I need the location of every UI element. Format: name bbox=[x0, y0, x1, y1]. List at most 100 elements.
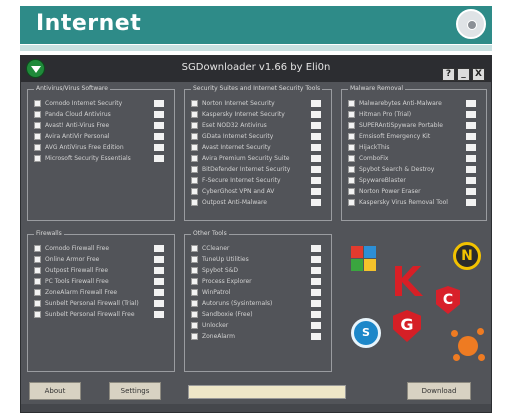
checkbox[interactable] bbox=[191, 155, 198, 162]
checkbox[interactable] bbox=[34, 267, 41, 274]
item-label: ZoneAlarm bbox=[202, 333, 235, 340]
checklist-item[interactable]: Malwarebytes Anti-Malware bbox=[348, 100, 480, 108]
close-button[interactable]: X bbox=[472, 68, 485, 81]
checkbox[interactable] bbox=[191, 177, 198, 184]
checkbox[interactable] bbox=[34, 155, 41, 162]
checklist-item[interactable]: Norton Internet Security bbox=[191, 100, 325, 108]
checklist-item[interactable]: Eset NOD32 Antivirus bbox=[191, 122, 325, 130]
version-badge bbox=[154, 300, 164, 307]
item-label: Malwarebytes Anti-Malware bbox=[359, 100, 442, 107]
checkbox[interactable] bbox=[191, 144, 198, 151]
checklist-item[interactable]: Comodo Firewall Free bbox=[34, 245, 168, 253]
checkbox[interactable] bbox=[191, 111, 198, 118]
item-label: ZoneAlarm Firewall Free bbox=[45, 289, 118, 296]
checkbox[interactable] bbox=[348, 133, 355, 140]
checklist-item[interactable]: ZoneAlarm Firewall Free bbox=[34, 289, 168, 297]
checkbox[interactable] bbox=[191, 188, 198, 195]
version-badge bbox=[311, 133, 321, 140]
checklist-item[interactable]: Process Explorer bbox=[191, 278, 325, 286]
checklist-item[interactable]: F-Secure Internet Security bbox=[191, 177, 325, 185]
checklist-item[interactable]: ZoneAlarm bbox=[191, 333, 325, 341]
download-button[interactable]: Download bbox=[407, 382, 471, 400]
checkbox[interactable] bbox=[191, 100, 198, 107]
checkbox[interactable] bbox=[191, 245, 198, 252]
checklist-item[interactable]: Sandboxie (Free) bbox=[191, 311, 325, 319]
checklist-item[interactable]: Avira AntiVir Personal bbox=[34, 133, 168, 141]
checklist-item[interactable]: Online Armor Free bbox=[34, 256, 168, 264]
checklist-item[interactable]: Sunbelt Personal Firewall (Trial) bbox=[34, 300, 168, 308]
checklist-item[interactable]: Hitman Pro (Trial) bbox=[348, 111, 480, 119]
item-label: Avast! Anti-Virus Free bbox=[45, 122, 110, 129]
checkbox[interactable] bbox=[34, 144, 41, 151]
item-label: SUPERAntiSpyware Portable bbox=[359, 122, 443, 129]
checklist-item[interactable]: TuneUp Utilities bbox=[191, 256, 325, 264]
checklist-item[interactable]: Emsisoft Emergency Kit bbox=[348, 133, 480, 141]
checklist-item[interactable]: Sunbelt Personal Firewall Free bbox=[34, 311, 168, 319]
checklist-item[interactable]: Avast! Anti-Virus Free bbox=[34, 122, 168, 130]
checkbox[interactable] bbox=[34, 278, 41, 285]
checklist-item[interactable]: ComboFix bbox=[348, 155, 480, 163]
checkbox[interactable] bbox=[34, 256, 41, 263]
checklist-item[interactable]: Kaspersky Internet Security bbox=[191, 111, 325, 119]
settings-button[interactable]: Settings bbox=[109, 382, 161, 400]
about-button[interactable]: About bbox=[29, 382, 81, 400]
checklist-item[interactable]: Kaspersky Virus Removal Tool bbox=[348, 199, 480, 207]
checkbox[interactable] bbox=[191, 278, 198, 285]
checkbox[interactable] bbox=[34, 245, 41, 252]
checklist-item[interactable]: CCleaner bbox=[191, 245, 325, 253]
checkbox[interactable] bbox=[34, 300, 41, 307]
checkbox[interactable] bbox=[348, 111, 355, 118]
checkbox[interactable] bbox=[348, 166, 355, 173]
checklist-item[interactable]: Avira Premium Security Suite bbox=[191, 155, 325, 163]
checklist-item[interactable]: Panda Cloud Antivirus bbox=[34, 111, 168, 119]
checkbox[interactable] bbox=[191, 267, 198, 274]
checkbox[interactable] bbox=[34, 100, 41, 107]
checklist-item[interactable]: SpywareBlaster bbox=[348, 177, 480, 185]
version-badge bbox=[466, 177, 476, 184]
checkbox[interactable] bbox=[34, 122, 41, 129]
checkbox[interactable] bbox=[348, 122, 355, 129]
checklist-item[interactable]: HijackThis bbox=[348, 144, 480, 152]
checklist-item[interactable]: Autoruns (Sysinternals) bbox=[191, 300, 325, 308]
checkbox[interactable] bbox=[191, 133, 198, 140]
panel-title: Malware Removal bbox=[348, 85, 406, 92]
checkbox[interactable] bbox=[34, 111, 41, 118]
checklist-item[interactable]: BitDefender Internet Security bbox=[191, 166, 325, 174]
checkbox[interactable] bbox=[348, 188, 355, 195]
checklist-item[interactable]: AVG AntiVirus Free Edition bbox=[34, 144, 168, 152]
checkbox[interactable] bbox=[191, 300, 198, 307]
checkbox[interactable] bbox=[191, 289, 198, 296]
checkbox[interactable] bbox=[348, 177, 355, 184]
checkbox[interactable] bbox=[191, 199, 198, 206]
checkbox[interactable] bbox=[191, 311, 198, 318]
checklist-item[interactable]: WinPatrol bbox=[191, 289, 325, 297]
checklist-item[interactable]: GData Internet Security bbox=[191, 133, 325, 141]
checklist-item[interactable]: Spybot Search & Destroy bbox=[348, 166, 480, 174]
checklist-item[interactable]: Norton Power Eraser bbox=[348, 188, 480, 196]
checklist-item[interactable]: Outpost Anti-Malware bbox=[191, 199, 325, 207]
checklist-item[interactable]: Outpost Firewall Free bbox=[34, 267, 168, 275]
checkbox[interactable] bbox=[191, 256, 198, 263]
checkbox[interactable] bbox=[348, 100, 355, 107]
checkbox[interactable] bbox=[348, 155, 355, 162]
checklist-item[interactable]: Spybot S&D bbox=[191, 267, 325, 275]
help-button[interactable]: ? bbox=[442, 68, 455, 81]
checkbox[interactable] bbox=[191, 122, 198, 129]
checkbox[interactable] bbox=[348, 144, 355, 151]
checkbox[interactable] bbox=[34, 311, 41, 318]
checklist-item[interactable]: PC Tools Firewall Free bbox=[34, 278, 168, 286]
checklist-item[interactable]: Microsoft Security Essentials bbox=[34, 155, 168, 163]
checkbox[interactable] bbox=[191, 322, 198, 329]
checkbox[interactable] bbox=[348, 199, 355, 206]
minimize-button[interactable]: _ bbox=[457, 68, 470, 81]
checkbox[interactable] bbox=[191, 166, 198, 173]
checklist-item[interactable]: Comodo Internet Security bbox=[34, 100, 168, 108]
checklist-item[interactable]: Avast Internet Security bbox=[191, 144, 325, 152]
panel-antivirus: Antivirus/Virus Software Comodo Internet… bbox=[27, 85, 175, 221]
checklist-item[interactable]: CyberGhost VPN and AV bbox=[191, 188, 325, 196]
checkbox[interactable] bbox=[34, 133, 41, 140]
checklist-item[interactable]: Unlocker bbox=[191, 322, 325, 330]
checkbox[interactable] bbox=[34, 289, 41, 296]
checkbox[interactable] bbox=[191, 333, 198, 340]
checklist-item[interactable]: SUPERAntiSpyware Portable bbox=[348, 122, 480, 130]
